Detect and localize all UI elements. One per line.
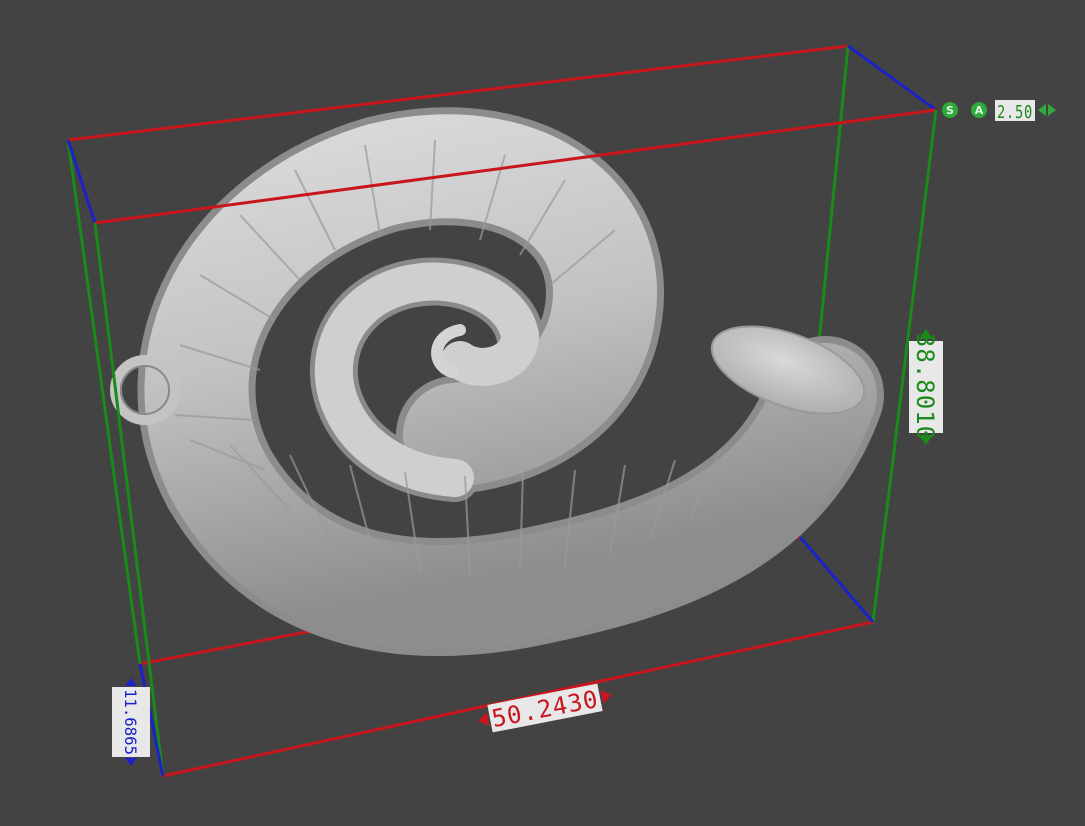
step-value-field[interactable]: 2.50: [995, 100, 1035, 123]
depth-arrow-top-icon[interactable]: [125, 678, 137, 686]
length-arrow-right-icon[interactable]: [600, 688, 613, 704]
step-arrows-icon[interactable]: [1038, 104, 1056, 116]
step-decrease-icon[interactable]: [1038, 104, 1046, 116]
snap-toolbar: S A 2.50: [942, 100, 1056, 123]
3d-viewport[interactable]: 50.2430 38.8010 11.6865 S A 2.50: [0, 0, 1085, 821]
top-left-edge-z: [66, 139, 97, 224]
depth-value: 11.6865: [121, 689, 140, 755]
top-right-edge-z: [847, 44, 937, 112]
angle-label: A: [975, 104, 984, 117]
length-dimension-label[interactable]: 50.2430: [476, 681, 615, 735]
height-dimension-label[interactable]: 38.8010: [909, 329, 943, 445]
step-value: 2.50: [997, 102, 1033, 123]
height-value: 38.8010: [911, 333, 939, 441]
snap-toggle-button[interactable]: S: [942, 102, 958, 118]
depth-arrow-bottom-icon[interactable]: [125, 758, 137, 766]
snap-label: S: [946, 104, 954, 117]
scene-svg[interactable]: 50.2430 38.8010 11.6865 S A 2.50: [0, 0, 1085, 821]
horn-model[interactable]: [110, 107, 884, 656]
angle-toggle-button[interactable]: A: [971, 102, 987, 118]
bottom-right-edge-z: [798, 536, 875, 623]
depth-dimension-label[interactable]: 11.6865: [112, 678, 150, 766]
length-arrow-left-icon[interactable]: [477, 712, 490, 728]
step-increase-icon[interactable]: [1048, 104, 1056, 116]
